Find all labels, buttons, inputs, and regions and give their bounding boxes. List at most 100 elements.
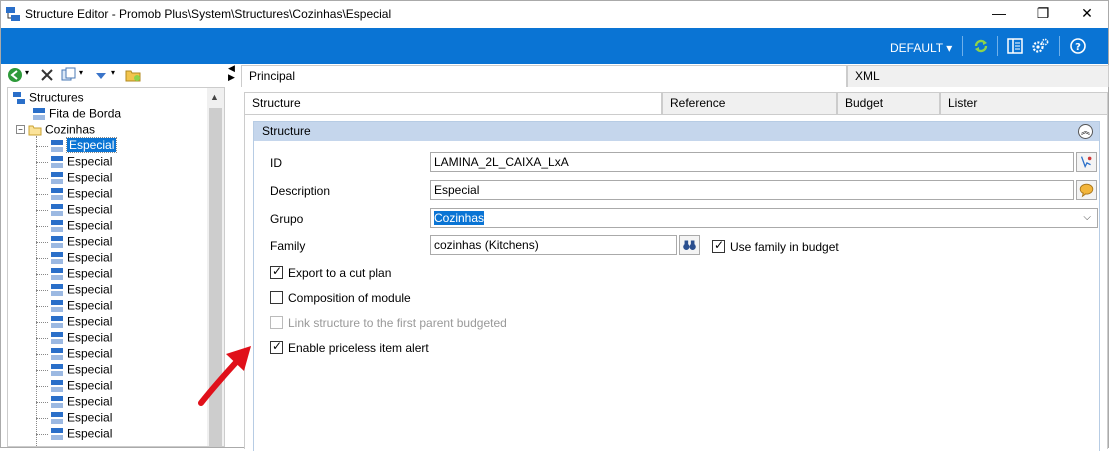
tree-item-especial[interactable]: Especial [50, 426, 112, 442]
close-button[interactable]: ✕ [1065, 1, 1109, 28]
family-label: Family [270, 239, 306, 253]
move-icon[interactable] [93, 67, 109, 83]
help-icon[interactable]: ? [1069, 37, 1087, 55]
structure-panel: Structure ︽ ID LAMINA_2L_CAIXA_LxA Descr… [244, 114, 1108, 451]
tree-item-especial[interactable]: Especial [50, 137, 118, 154]
export-cut-plan-checkbox[interactable]: ✓ Export to a cut plan [270, 264, 391, 281]
grupo-select[interactable]: Cozinhas ⌵ [430, 208, 1098, 228]
checkbox-box[interactable]: ✓ [270, 339, 283, 355]
tree-item-label: Especial [67, 266, 113, 281]
checkbox-box[interactable] [270, 291, 283, 305]
structure-icon [51, 347, 63, 360]
checkmark-icon: ✓ [272, 264, 283, 279]
copy-icon[interactable] [61, 67, 77, 83]
structure-editor-window: Structure Editor - Promob Plus\System\St… [0, 0, 1109, 451]
checkbox-box[interactable]: ✓ [712, 238, 725, 254]
tree-item-label: Especial [67, 346, 113, 361]
tree-item-especial[interactable]: Especial [50, 394, 112, 410]
tree-item-especial[interactable]: Especial [50, 218, 112, 234]
id-field[interactable]: LAMINA_2L_CAIXA_LxA [430, 152, 1074, 172]
scroll-up-icon[interactable]: ▲ [210, 92, 219, 102]
tree-item-label: Especial [67, 186, 113, 201]
maximize-button[interactable]: ❐ [1021, 1, 1065, 28]
structure-icon [51, 187, 63, 200]
tree-guide-line [36, 210, 48, 211]
tree-item-label: Especial [67, 362, 113, 377]
tree-item-especial[interactable]: Especial [50, 362, 112, 378]
use-family-in-budget-checkbox[interactable]: ✓ Use family in budget [712, 238, 839, 255]
tree-guide-line [36, 418, 48, 419]
binoculars-icon[interactable] [679, 235, 700, 255]
tab-principal[interactable]: Principal [241, 65, 847, 87]
folder-icon [28, 125, 42, 136]
tree-item-label: Especial [67, 202, 113, 217]
chevron-down-icon[interactable]: ▾ [111, 68, 115, 77]
tree-item-label: Especial [67, 298, 113, 313]
tree-item-especial[interactable]: Especial [50, 298, 112, 314]
structure-icon [51, 203, 63, 216]
expand-right-icon[interactable]: ▶ [228, 73, 238, 82]
tree-item-cozinhas[interactable]: − Cozinhas [16, 122, 95, 138]
tab-xml[interactable]: XML [847, 65, 1109, 87]
grupo-label: Grupo [270, 212, 304, 226]
tree-item-especial[interactable]: Especial [50, 266, 112, 282]
tree-item-especial[interactable]: Especial [50, 250, 112, 266]
structure-icon [51, 235, 63, 248]
structure-icon [51, 219, 63, 232]
collapse-node-icon[interactable]: − [16, 125, 25, 135]
tab-structure[interactable]: Structure [244, 92, 662, 114]
tree-item-especial[interactable]: Especial [50, 202, 112, 218]
tree-guide-line [36, 226, 48, 227]
tab-reference[interactable]: Reference [662, 92, 837, 114]
delete-icon[interactable] [39, 67, 55, 83]
back-icon[interactable] [7, 67, 23, 83]
folder-icon[interactable] [125, 67, 141, 83]
enable-priceless-alert-checkbox[interactable]: ✓ Enable priceless item alert [270, 339, 429, 356]
collapse-group-icon[interactable]: ︽ [1078, 124, 1093, 139]
tree-item-especial[interactable]: Especial [50, 170, 112, 186]
main-tabs: Principal XML [241, 65, 1109, 87]
refresh-icon[interactable] [972, 37, 990, 55]
tree-item-especial[interactable]: Especial [50, 186, 112, 202]
chevron-down-icon[interactable]: ▾ [25, 68, 29, 77]
minimize-button[interactable]: — [977, 1, 1021, 28]
tree-guide-line [36, 242, 48, 243]
tree-item-especial[interactable]: Especial [50, 330, 112, 346]
tab-budget[interactable]: Budget [837, 92, 940, 114]
pick-id-icon[interactable] [1076, 152, 1097, 172]
tree-item-fita-de-borda[interactable]: Fita de Borda [32, 106, 121, 122]
structure-tree[interactable]: Structures Fita de Borda − Cozinhas Espe… [7, 87, 225, 447]
chevron-down-icon[interactable]: ⌵ [1083, 209, 1091, 227]
tab-lister[interactable]: Lister [940, 92, 1108, 114]
tree-root-structures[interactable]: Structures [12, 90, 84, 106]
tree-item-especial[interactable]: Especial [50, 282, 112, 298]
layout-icon[interactable] [1006, 37, 1024, 55]
window-title: Structure Editor - Promob Plus\System\St… [25, 7, 392, 21]
structure-icon [51, 139, 63, 152]
panel-splitter[interactable]: ◀ ▶ [228, 64, 238, 84]
tree-item-especial[interactable]: Especial [50, 314, 112, 330]
title-bar: Structure Editor - Promob Plus\System\St… [1, 1, 1108, 28]
profile-dropdown[interactable]: DEFAULT ▾ [890, 41, 952, 55]
tree-guide-line [36, 290, 48, 291]
toolbar-separator [962, 36, 963, 56]
translate-icon[interactable] [1076, 180, 1097, 200]
tree-item-especial[interactable]: Especial [50, 234, 112, 250]
tree-item-label: Especial [67, 154, 113, 169]
checkbox-box[interactable]: ✓ [270, 264, 283, 280]
tree-item-especial[interactable]: Especial [50, 410, 112, 426]
tree-item-especial[interactable]: Especial [50, 346, 112, 362]
family-field[interactable]: cozinhas (Kitchens) [430, 235, 677, 255]
chevron-down-icon[interactable]: ▾ [79, 68, 83, 77]
settings-icon[interactable] [1031, 37, 1049, 55]
tree-item-label: Especial [67, 218, 113, 233]
toolbar-separator [997, 36, 998, 56]
tree-item-especial[interactable]: Especial [50, 378, 112, 394]
tree-guide-line [36, 194, 48, 195]
structure-icon [33, 107, 45, 120]
description-field[interactable]: Especial [430, 180, 1074, 200]
composition-of-module-checkbox[interactable]: Composition of module [270, 290, 411, 306]
link-structure-checkbox: Link structure to the first parent budge… [270, 315, 507, 331]
tree-item-especial[interactable]: Especial [50, 154, 112, 170]
tree-item-label: Especial [67, 250, 113, 265]
